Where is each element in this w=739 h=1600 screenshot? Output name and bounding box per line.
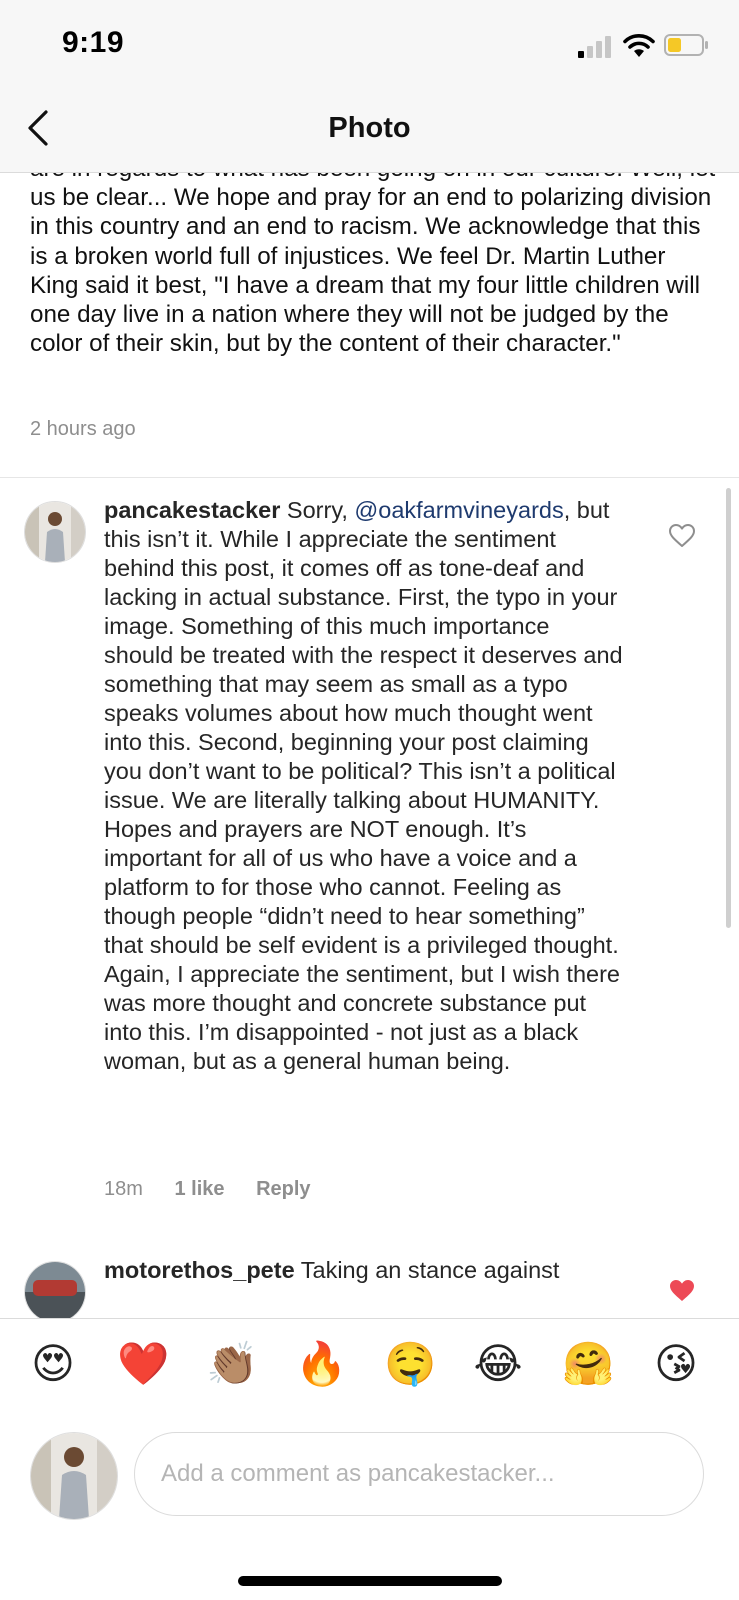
scrollbar[interactable] — [726, 488, 731, 928]
liked-heart-icon[interactable] — [668, 1278, 696, 1304]
comment-time: 18m — [104, 1178, 143, 1200]
cellular-signal-icon — [578, 36, 614, 58]
comment-text-part: , but this isn’t it. While I appreciate … — [104, 497, 623, 1074]
red-heart-emoji-icon[interactable]: ❤️ — [117, 1339, 169, 1389]
wifi-icon — [623, 34, 655, 57]
post-caption: are in regards to what has been going on… — [30, 172, 720, 358]
comment-username[interactable]: pancakestacker — [104, 497, 280, 523]
drooling-face-emoji-icon[interactable]: 🤤 — [384, 1339, 436, 1389]
clapping-hands-emoji-icon[interactable]: 👏🏽 — [206, 1339, 258, 1389]
current-user-avatar — [30, 1432, 118, 1520]
tears-of-joy-emoji-icon[interactable]: 😂 — [473, 1339, 523, 1389]
heart-eyes-emoji-icon[interactable]: 😍 — [28, 1339, 78, 1389]
fire-emoji-icon[interactable]: 🔥 — [295, 1339, 347, 1389]
avatar[interactable] — [24, 501, 86, 563]
comment-text: pancakestacker Sorry, @oakfarmvineyards,… — [104, 496, 624, 1076]
likes-count-link[interactable]: 1 like — [174, 1178, 224, 1200]
reply-button[interactable]: Reply — [256, 1178, 310, 1200]
comment-input[interactable] — [159, 1433, 683, 1515]
avatar[interactable] — [24, 1261, 86, 1318]
status-time: 9:19 — [62, 26, 125, 59]
status-bar: 9:19 — [0, 0, 739, 88]
like-heart-icon[interactable] — [668, 523, 696, 549]
comment-text: motorethos_pete Taking an stance against — [104, 1256, 624, 1285]
comment-input-field[interactable] — [134, 1432, 704, 1516]
comment-username[interactable]: motorethos_pete — [104, 1257, 295, 1283]
comments-scroll-area[interactable]: are in regards to what has been going on… — [0, 172, 739, 1318]
divider — [0, 477, 739, 478]
caption-text: are in regards to what has been going on… — [30, 172, 715, 358]
nav-bar: Photo — [0, 88, 739, 173]
battery-icon — [664, 34, 708, 56]
page-title: Photo — [328, 112, 411, 144]
comment-text-part: Taking an stance against — [300, 1257, 560, 1283]
caption-timestamp: 2 hours ago — [30, 418, 136, 440]
comment-text-part: Sorry, — [286, 497, 355, 523]
emoji-bar: 😍 ❤️ 👏🏽 🔥 🤤 😂 🤗 😘 — [0, 1318, 739, 1409]
home-indicator — [238, 1576, 502, 1586]
hugging-face-emoji-icon[interactable]: 🤗 — [562, 1339, 614, 1389]
face-blowing-kiss-emoji-icon[interactable]: 😘 — [651, 1339, 701, 1389]
comment-meta: 18m 1 like Reply — [104, 1178, 337, 1201]
mention-link[interactable]: @oakfarmvineyards — [354, 497, 563, 523]
